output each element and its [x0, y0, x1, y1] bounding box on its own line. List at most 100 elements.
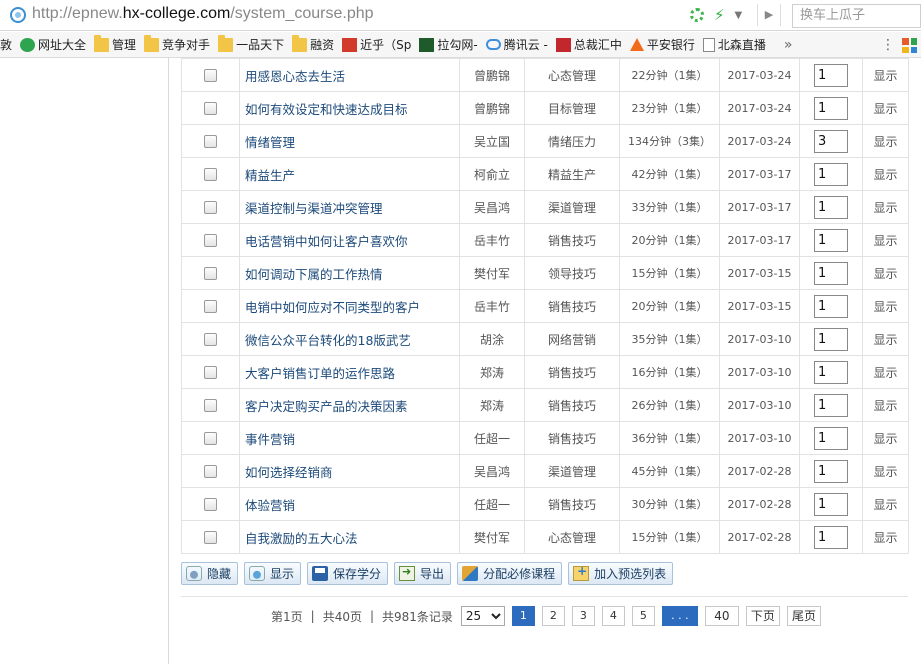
credit-input[interactable] [814, 63, 848, 87]
hide-button[interactable]: 隐藏 [181, 562, 239, 585]
course-name-link[interactable]: 自我激励的五大心法 [239, 520, 460, 554]
bookmark-item[interactable]: 一品天下 [218, 32, 284, 57]
course-name-link[interactable]: 如何有效设定和快速达成目标 [239, 91, 460, 125]
row-checkbox[interactable] [204, 366, 217, 379]
go-button[interactable]: ▶ [757, 4, 781, 26]
credit-cell [799, 520, 863, 554]
row-checkbox[interactable] [204, 267, 217, 280]
show-action-link[interactable]: 显示 [862, 157, 909, 191]
course-name-link[interactable]: 如何调动下属的工作热情 [239, 256, 460, 290]
course-name-link[interactable]: 如何选择经销商 [239, 454, 460, 488]
next-page-button[interactable]: 下页 [745, 606, 780, 626]
course-name-link[interactable]: 用感恩心态去生活 [239, 58, 460, 92]
show-action-link[interactable]: 显示 [862, 487, 909, 521]
bookmark-item[interactable]: 拉勾网- [419, 32, 478, 57]
row-checkbox[interactable] [204, 498, 217, 511]
row-checkbox[interactable] [204, 102, 217, 115]
credit-input[interactable] [814, 426, 848, 450]
bookmark-item[interactable]: 近乎（Sp [342, 32, 411, 57]
lightning-icon[interactable]: ⚡ [714, 7, 725, 23]
show-action-link[interactable]: 显示 [862, 355, 909, 389]
credit-input[interactable] [814, 459, 848, 483]
credit-input[interactable] [814, 393, 848, 417]
show-action-link[interactable]: 显示 [862, 91, 909, 125]
save-credit-button[interactable]: 保存学分 [307, 562, 389, 585]
show-action-link[interactable]: 显示 [862, 223, 909, 257]
show-button[interactable]: 显示 [244, 562, 302, 585]
bookmark-item[interactable]: 竞争对手 [144, 32, 210, 57]
credit-input[interactable] [814, 492, 848, 516]
page-number-button[interactable]: 3 [571, 606, 595, 626]
page-number-button[interactable]: 2 [541, 606, 565, 626]
page-size-select[interactable]: 25 [460, 606, 505, 626]
credit-input[interactable] [814, 195, 848, 219]
bookmark-label: 平安银行 [646, 38, 695, 52]
last-page-number-button[interactable]: 40 [704, 606, 739, 626]
course-name-link[interactable]: 体验营销 [239, 487, 460, 521]
credit-input[interactable] [814, 96, 848, 120]
refresh-icon[interactable] [690, 8, 704, 22]
show-action-link[interactable]: 显示 [862, 289, 909, 323]
course-name-link[interactable]: 情绪管理 [239, 124, 460, 158]
bookmark-item[interactable]: 融资 [292, 32, 334, 57]
show-action-link[interactable]: 显示 [862, 124, 909, 158]
bookmark-item[interactable]: 管理 [94, 32, 136, 57]
show-action-link[interactable]: 显示 [862, 421, 909, 455]
row-checkbox[interactable] [204, 69, 217, 82]
more-bookmarks-icon[interactable]: » [784, 37, 793, 53]
add-preselect-button[interactable]: 加入预选列表 [568, 562, 674, 585]
row-checkbox[interactable] [204, 333, 217, 346]
course-name-link[interactable]: 微信公众平台转化的18版武艺 [239, 322, 460, 356]
credit-input[interactable] [814, 360, 848, 384]
course-name-link[interactable]: 大客户销售订单的运作思路 [239, 355, 460, 389]
overflow-menu-icon[interactable]: ⋮ [881, 37, 895, 53]
credit-input[interactable] [814, 129, 848, 153]
show-action-link[interactable]: 显示 [862, 322, 909, 356]
credit-input[interactable] [814, 162, 848, 186]
apps-grid-icon[interactable] [902, 38, 917, 53]
show-action-link[interactable]: 显示 [862, 454, 909, 488]
credit-input[interactable] [814, 294, 848, 318]
url-field[interactable]: http://epnew.hx-college.com/system_cours… [32, 5, 374, 23]
credit-input[interactable] [814, 327, 848, 351]
course-name-link[interactable]: 电话营销中如何让客户喜欢你 [239, 223, 460, 257]
row-checkbox[interactable] [204, 168, 217, 181]
row-checkbox[interactable] [204, 432, 217, 445]
show-action-link[interactable]: 显示 [862, 388, 909, 422]
row-checkbox[interactable] [204, 234, 217, 247]
bookmark-item[interactable]: 网址大全 [20, 32, 86, 57]
show-action-link[interactable]: 显示 [862, 190, 909, 224]
show-action-link[interactable]: 显示 [862, 520, 909, 554]
row-checkbox[interactable] [204, 465, 217, 478]
course-name-link[interactable]: 精益生产 [239, 157, 460, 191]
bookmark-item[interactable]: 平安银行 [629, 32, 695, 57]
search-input[interactable]: 换车上瓜子 [792, 4, 921, 28]
end-page-button[interactable]: 尾页 [786, 606, 821, 626]
bookmark-item[interactable]: 敦 [0, 32, 12, 57]
export-button[interactable]: 导出 [394, 562, 452, 585]
bookmark-item[interactable]: 北森直播 [702, 32, 766, 57]
credit-input[interactable] [814, 261, 848, 285]
assign-required-button[interactable]: 分配必修课程 [457, 562, 563, 585]
row-checkbox[interactable] [204, 531, 217, 544]
course-name-link[interactable]: 事件营销 [239, 421, 460, 455]
page-number-button[interactable]: 4 [601, 606, 625, 626]
bookmark-item[interactable]: 腾讯云 - [485, 32, 548, 57]
row-checkbox[interactable] [204, 135, 217, 148]
bookmark-item[interactable]: 总裁汇中 [555, 32, 622, 57]
page-ellipsis-button[interactable]: . . . [661, 606, 698, 626]
course-name-link[interactable]: 电销中如何应对不同类型的客户 [239, 289, 460, 323]
row-checkbox[interactable] [204, 300, 217, 313]
course-name-link[interactable]: 客户决定购买产品的决策因素 [239, 388, 460, 422]
row-checkbox[interactable] [204, 399, 217, 412]
credit-input[interactable] [814, 228, 848, 252]
show-action-link[interactable]: 显示 [862, 58, 909, 92]
assign-required-label: 分配必修课程 [483, 567, 556, 581]
chevron-down-icon[interactable]: ▼ [735, 10, 743, 21]
page-number-button[interactable]: 5 [631, 606, 655, 626]
course-name-link[interactable]: 渠道控制与渠道冲突管理 [239, 190, 460, 224]
credit-input[interactable] [814, 525, 848, 549]
page-number-button[interactable]: 1 [511, 606, 535, 626]
row-checkbox[interactable] [204, 201, 217, 214]
show-action-link[interactable]: 显示 [862, 256, 909, 290]
